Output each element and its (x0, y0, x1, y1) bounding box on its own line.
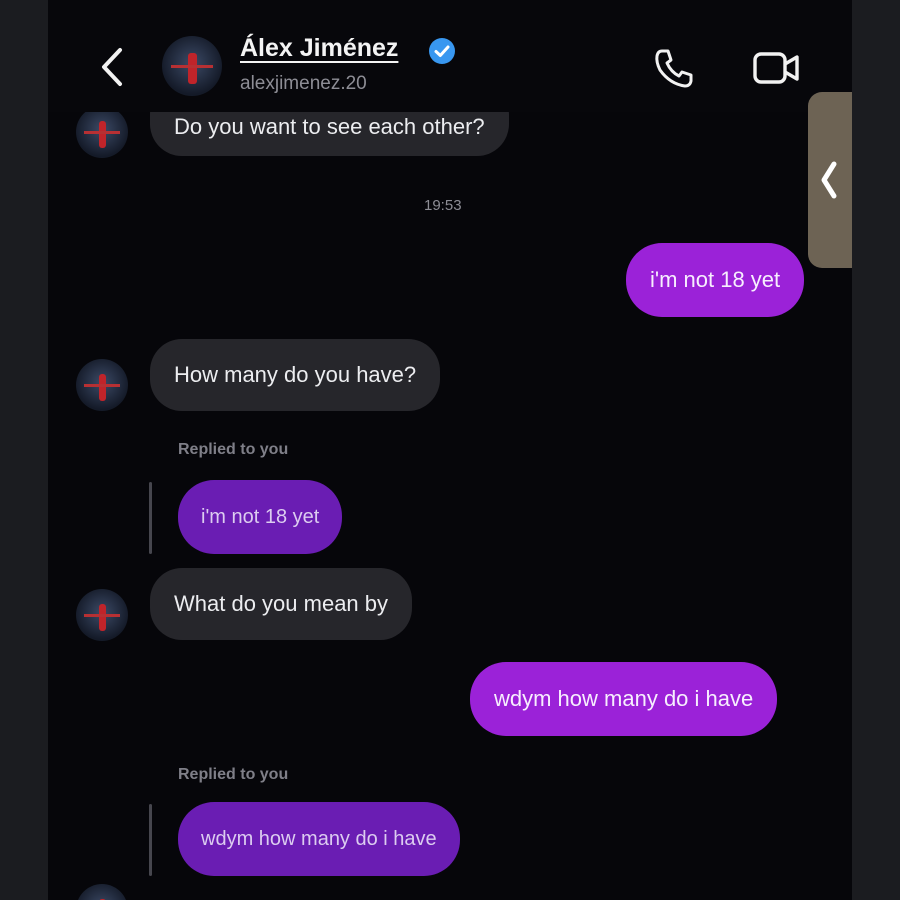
message-text: What do you mean by (174, 591, 389, 616)
outgoing-message-bubble[interactable]: wdym how many do i have (470, 662, 778, 736)
video-camera-icon[interactable] (752, 48, 800, 88)
back-chevron-icon[interactable] (96, 44, 130, 90)
chat-header: Álex Jiménez alexjimenez.20 (48, 0, 852, 112)
contact-avatar[interactable] (76, 359, 128, 411)
message-timestamp: 19:53 (424, 197, 462, 214)
contact-avatar[interactable] (76, 589, 128, 641)
contact-avatar[interactable] (76, 106, 128, 158)
quoted-reply-bubble[interactable]: wdym how many do i have (178, 802, 460, 876)
contact-name[interactable]: Álex Jiménez (240, 34, 398, 63)
chat-screen: Do you want to see each other? 19:53 i'm… (48, 0, 852, 900)
verified-badge-icon (429, 38, 455, 64)
incoming-message-bubble[interactable]: How many do you have? (150, 339, 441, 411)
message-text: i'm not 18 yet (650, 267, 781, 292)
message-text: How many do you have? (174, 362, 417, 387)
outgoing-message-bubble[interactable]: i'm not 18 yet (626, 243, 805, 317)
reply-label: Replied to you (178, 766, 289, 783)
reply-indicator-line (149, 804, 152, 876)
quoted-reply-bubble[interactable]: i'm not 18 yet (178, 480, 343, 554)
side-panel-handle[interactable] (808, 92, 852, 268)
quoted-text: i'm not 18 yet (201, 506, 320, 528)
contact-avatar[interactable] (76, 884, 128, 900)
phone-call-icon[interactable] (652, 46, 696, 90)
reply-label: Replied to you (178, 441, 289, 458)
message-text: wdym how many do i have (494, 686, 754, 711)
header-avatar[interactable] (162, 36, 222, 96)
chevron-left-icon (821, 161, 837, 199)
incoming-message-bubble[interactable]: What do you mean by (150, 568, 413, 640)
quoted-text: wdym how many do i have (201, 828, 437, 850)
reply-indicator-line (149, 482, 152, 554)
message-text: Do you want to see each other? (174, 114, 485, 139)
contact-handle: alexjimenez.20 (240, 73, 367, 94)
